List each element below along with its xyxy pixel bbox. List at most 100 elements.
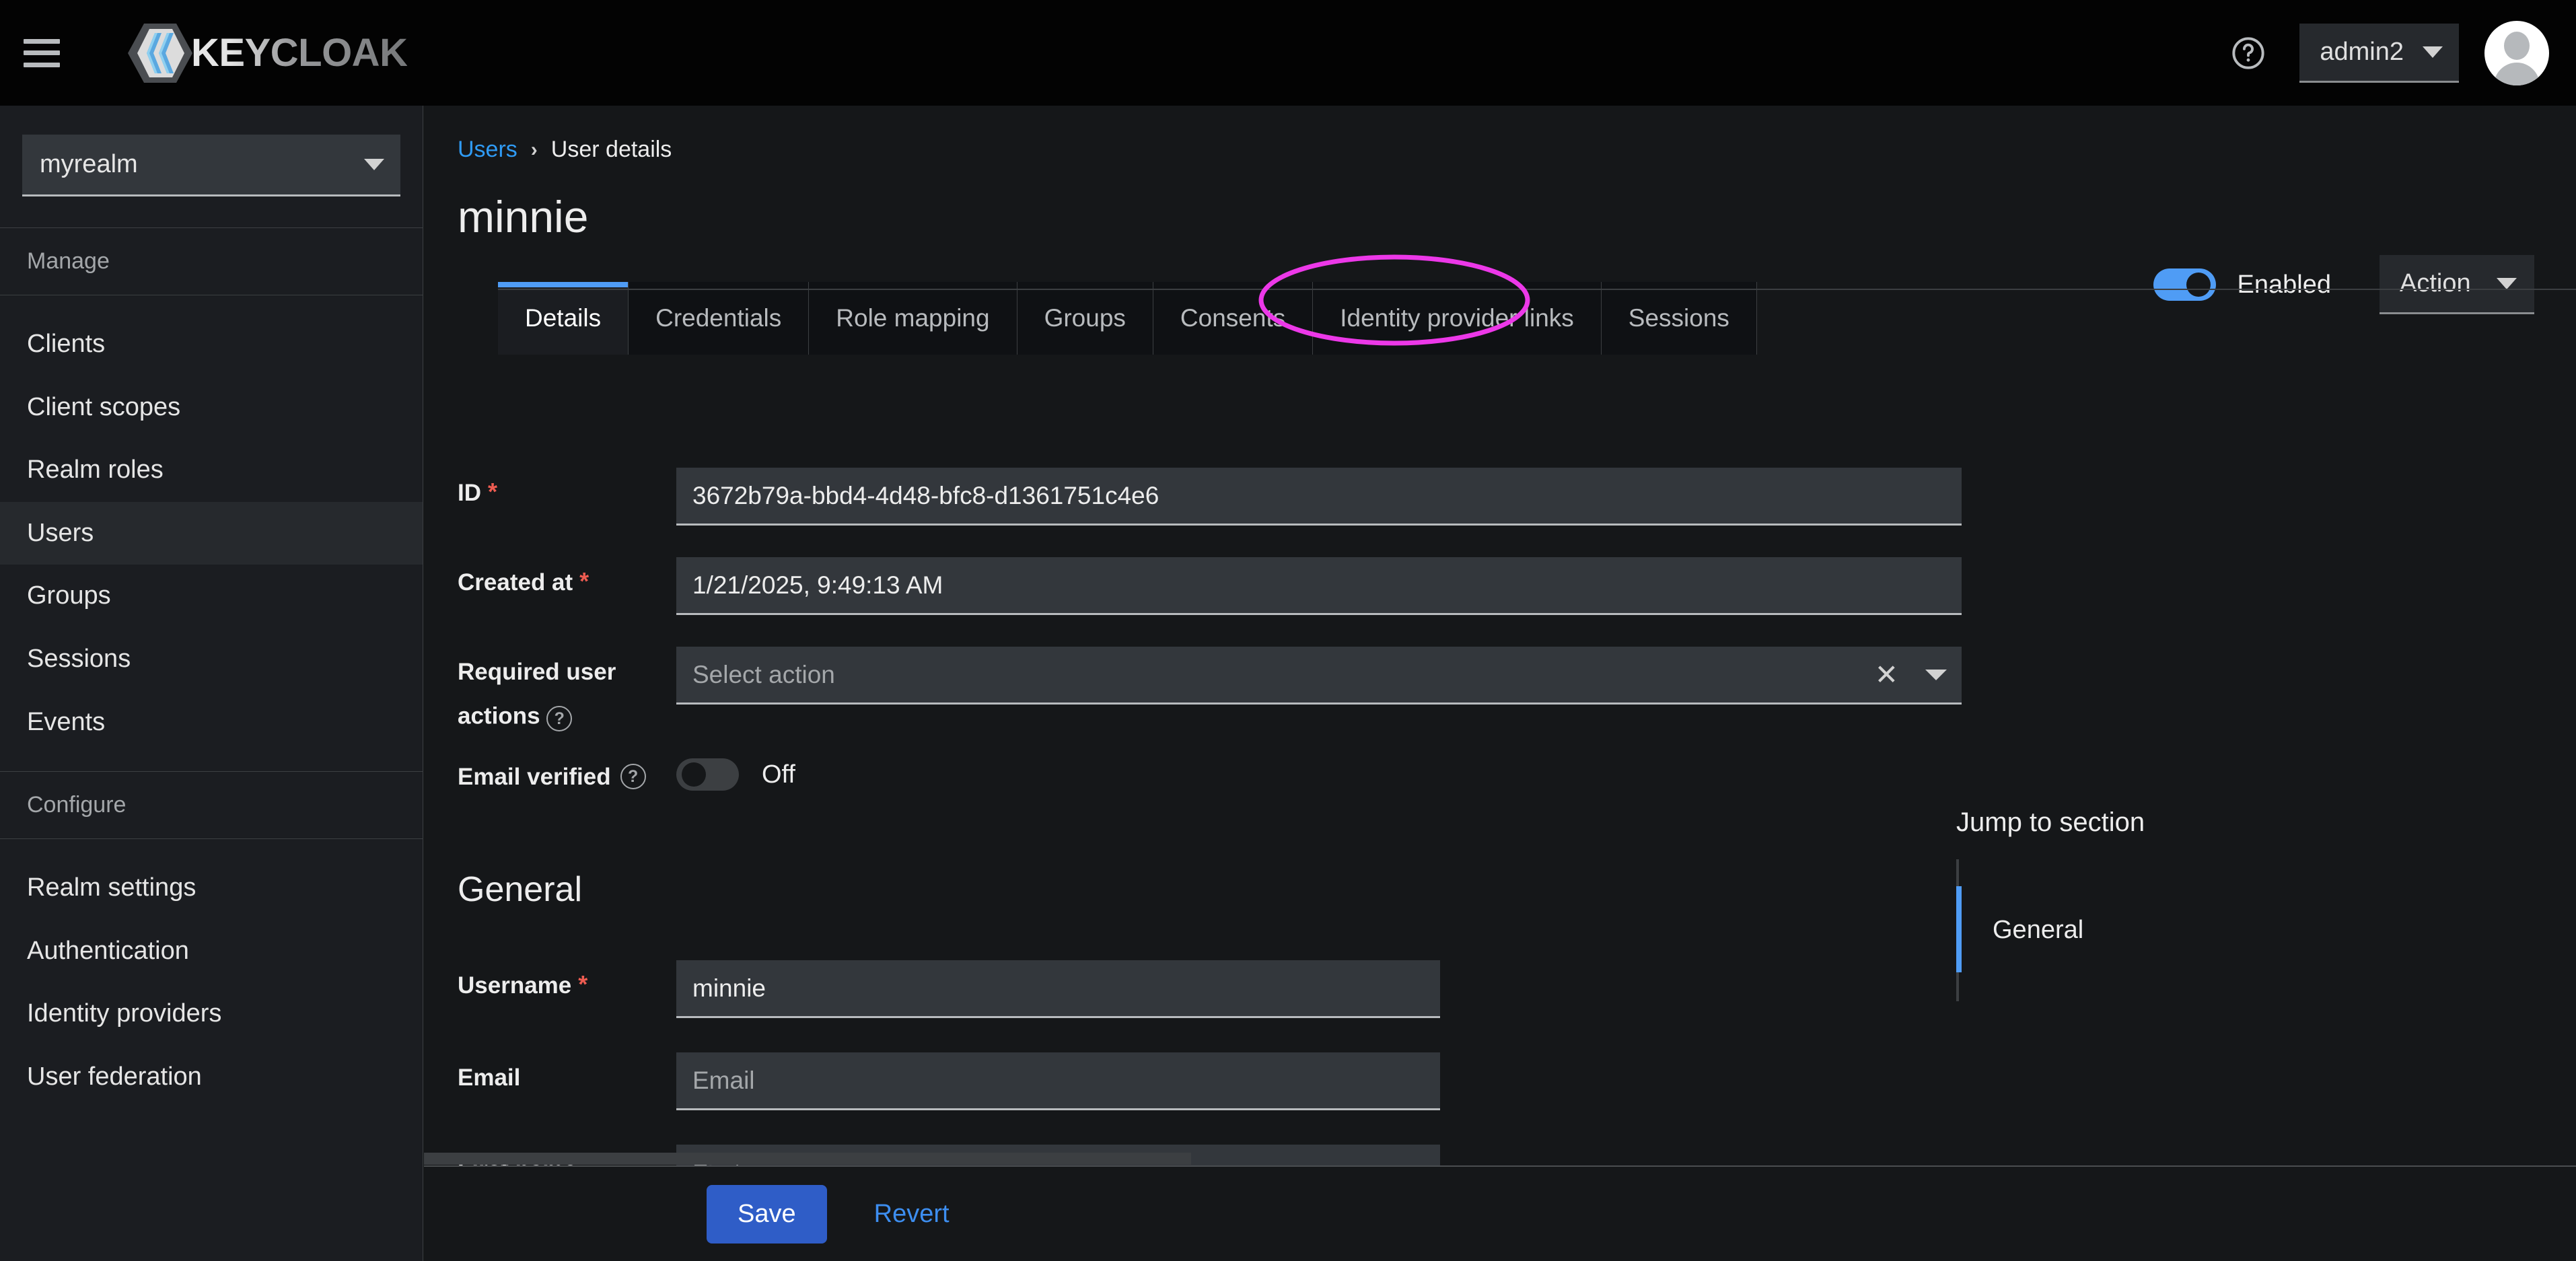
tab-consents[interactable]: Consents xyxy=(1153,282,1314,355)
form-row-email: Email Email xyxy=(424,1052,2576,1110)
sidebar-item-clients[interactable]: Clients xyxy=(0,313,423,376)
avatar[interactable] xyxy=(2484,20,2549,85)
horizontal-scrollbar[interactable] xyxy=(424,1150,2576,1165)
required-user-actions-placeholder: Select action xyxy=(692,660,835,688)
email-verified-label-text: Email verified xyxy=(458,764,611,790)
tab-role-mapping[interactable]: Role mapping xyxy=(809,282,1017,355)
sidebar: myrealm Manage Clients Client scopes Rea… xyxy=(0,106,423,1261)
sidebar-item-users[interactable]: Users xyxy=(0,501,423,565)
realm-selector-wrap: myrealm xyxy=(0,106,423,227)
brand-name: KEYCLOAK xyxy=(191,31,408,75)
jump-to-section-panel: Jump to section General xyxy=(1956,807,2468,1001)
sidebar-item-groups[interactable]: Groups xyxy=(0,565,423,628)
tab-details[interactable]: Details xyxy=(498,282,629,355)
tab-label: Credentials xyxy=(655,304,782,332)
chevron-down-icon[interactable] xyxy=(1925,669,1947,680)
tab-label: Details xyxy=(525,304,602,332)
clear-icon[interactable]: ✕ xyxy=(1875,660,1898,689)
realm-selector[interactable]: myrealm xyxy=(22,135,400,196)
email-placeholder: Email xyxy=(692,1066,755,1094)
save-button[interactable]: Save xyxy=(707,1184,827,1244)
nav-section-configure: Configure xyxy=(0,771,423,840)
scrollbar-thumb[interactable] xyxy=(424,1153,1191,1165)
chevron-down-icon xyxy=(2423,46,2443,58)
required-user-actions-select[interactable]: Select action ✕ xyxy=(676,647,1962,705)
form-row-id: ID * 3672b79a-bbd4-4d48-bfc8-d1361751c4e… xyxy=(424,468,2576,526)
page-title-row: minnie xyxy=(424,163,2576,239)
user-menu-dropdown[interactable]: admin2 xyxy=(2299,23,2459,83)
required-user-actions-label: Required user actions ? xyxy=(424,647,676,731)
sidebar-item-client-scopes[interactable]: Client scopes xyxy=(0,376,423,439)
created-at-label-text: Created at xyxy=(458,569,573,596)
email-label: Email xyxy=(424,1052,676,1091)
form-row-required-user-actions: Required user actions ? Select action ✕ xyxy=(424,647,2576,731)
form-row-created-at: Created at * 1/21/2025, 9:49:13 AM xyxy=(424,557,2576,615)
created-at-label: Created at * xyxy=(424,557,676,596)
email-verified-toggle[interactable] xyxy=(676,758,739,791)
username-label-text: Username xyxy=(458,972,572,999)
sidebar-item-sessions[interactable]: Sessions xyxy=(0,628,423,691)
masthead-actions: admin2 xyxy=(2217,0,2576,106)
masthead: KEYCLOAK admin2 xyxy=(0,0,2576,106)
id-label-text: ID xyxy=(458,480,481,506)
jump-to-section-list: General xyxy=(1956,859,2468,1001)
required-marker: * xyxy=(578,970,588,998)
tab-label: Sessions xyxy=(1628,304,1729,332)
id-field[interactable]: 3672b79a-bbd4-4d48-bfc8-d1361751c4e6 xyxy=(676,468,1962,526)
help-icon[interactable]: ? xyxy=(546,706,573,731)
sidebar-item-realm-settings[interactable]: Realm settings xyxy=(0,857,423,920)
brand-logo[interactable]: KEYCLOAK xyxy=(124,0,408,106)
user-menu-label: admin2 xyxy=(2320,37,2404,66)
jump-to-section-title: Jump to section xyxy=(1956,807,2145,837)
sidebar-item-events[interactable]: Events xyxy=(0,691,423,754)
username-label: Username * xyxy=(424,960,676,999)
jump-item-general[interactable]: General xyxy=(1976,886,2468,974)
id-label: ID * xyxy=(424,468,676,507)
username-field[interactable]: minnie xyxy=(676,960,1440,1018)
required-marker: * xyxy=(488,478,498,505)
sidebar-item-user-federation[interactable]: User federation xyxy=(0,1046,423,1109)
main-content: Users › User details minnie Enabled Acti… xyxy=(424,106,2576,1261)
sidebar-item-identity-providers[interactable]: Identity providers xyxy=(0,982,423,1046)
id-value: 3672b79a-bbd4-4d48-bfc8-d1361751c4e6 xyxy=(692,481,1159,509)
tab-credentials[interactable]: Credentials xyxy=(629,282,810,355)
hamburger-icon[interactable] xyxy=(24,38,60,67)
tab-bar: Details Credentials Role mapping Groups … xyxy=(498,282,2576,355)
created-at-value: 1/21/2025, 9:49:13 AM xyxy=(692,571,943,599)
keycloak-admin-console: KEYCLOAK admin2 myrealm Manage Clients C… xyxy=(0,0,2576,1261)
page-title: minnie xyxy=(458,192,589,242)
tab-groups[interactable]: Groups xyxy=(1017,282,1153,355)
email-label-text: Email xyxy=(458,1065,521,1091)
page-header: Users › User details minnie Enabled Acti… xyxy=(424,106,2576,355)
form-row-email-verified: Email verified ? Off xyxy=(424,752,2576,791)
help-circle-icon[interactable] xyxy=(2217,22,2279,84)
required-marker: * xyxy=(579,567,589,595)
revert-link[interactable]: Revert xyxy=(874,1200,950,1229)
breadcrumb-users-link[interactable]: Users xyxy=(458,137,517,163)
nav-list-configure: Realm settings Authentication Identity p… xyxy=(0,839,423,1108)
jump-active-indicator xyxy=(1956,886,1962,972)
sidebar-item-authentication[interactable]: Authentication xyxy=(0,920,423,983)
tab-sessions[interactable]: Sessions xyxy=(1601,282,1757,355)
tab-label: Identity provider links xyxy=(1340,304,1574,332)
select-controls: ✕ xyxy=(1875,647,1947,702)
form-footer: Save Revert xyxy=(424,1167,2576,1261)
help-icon[interactable]: ? xyxy=(620,764,646,789)
created-at-field[interactable]: 1/21/2025, 9:49:13 AM xyxy=(676,557,1962,615)
email-verified-state: Off xyxy=(762,760,795,789)
nav-list-manage: Clients Client scopes Realm roles Users … xyxy=(0,295,423,754)
chevron-down-icon xyxy=(364,159,384,170)
nav-section-manage: Manage xyxy=(0,227,423,295)
tab-label: Role mapping xyxy=(836,304,990,332)
username-value: minnie xyxy=(692,974,766,1002)
keycloak-hexagon-icon xyxy=(124,17,196,89)
email-field[interactable]: Email xyxy=(676,1052,1440,1110)
breadcrumb: Users › User details xyxy=(424,137,2576,163)
required-user-actions-label-text: Required user actions xyxy=(458,659,616,729)
sidebar-item-realm-roles[interactable]: Realm roles xyxy=(0,439,423,502)
tab-label: Consents xyxy=(1180,304,1286,332)
realm-selector-label: myrealm xyxy=(40,150,138,178)
breadcrumb-separator-icon: › xyxy=(530,138,538,161)
tab-identity-provider-links[interactable]: Identity provider links xyxy=(1313,282,1602,355)
